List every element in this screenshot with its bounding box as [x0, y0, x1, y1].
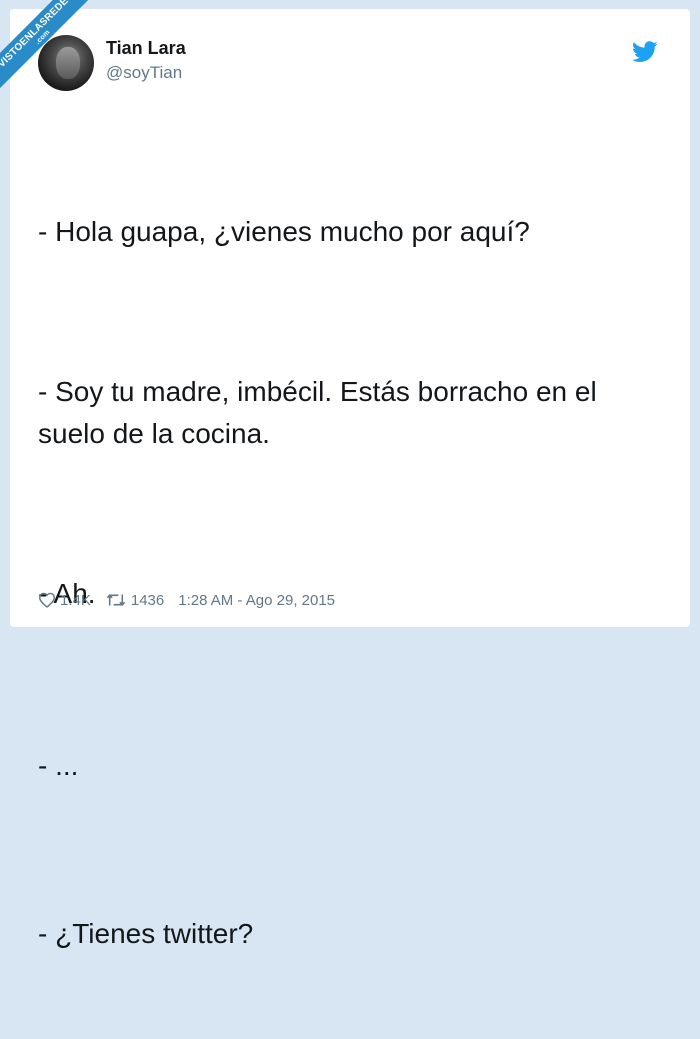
- tweet-body: - Hola guapa, ¿vienes mucho por aquí? - …: [38, 127, 658, 1039]
- tweet-line: - ...: [38, 750, 79, 781]
- heart-icon: [38, 592, 56, 608]
- like-count: 1.4K: [60, 591, 91, 609]
- watermark-label: VISTOENLASREDES: [0, 0, 76, 71]
- watermark-ribbon: VISTOENLASREDES .com: [0, 0, 92, 92]
- tweet-card: Tian Lara @soyTian - Hola guapa, ¿vienes…: [10, 9, 690, 949]
- retweet-icon: [106, 594, 126, 606]
- tweet-footer: 1.4K 1436 1:28 AM - Ago 29, 2015: [38, 589, 658, 611]
- retweet-count: 1436: [130, 591, 165, 609]
- author-info: Tian Lara @soyTian: [106, 37, 186, 84]
- watermark-text: VISTOENLASREDES .com: [0, 0, 92, 92]
- tweet-line: - ¿Tienes twitter?: [38, 918, 254, 949]
- author-handle[interactable]: @soyTian: [106, 62, 186, 84]
- tweet-header: Tian Lara @soyTian: [38, 35, 658, 93]
- like-stat[interactable]: 1.4K: [38, 592, 91, 609]
- tweet-timestamp[interactable]: 1:28 AM - Ago 29, 2015: [178, 592, 335, 609]
- retweet-stat[interactable]: 1436: [105, 592, 164, 609]
- tweet-line: - Soy tu madre, imbécil. Estás borracho …: [38, 376, 605, 449]
- tweet-line: - Hola guapa, ¿vienes mucho por aquí?: [38, 216, 530, 247]
- author-name[interactable]: Tian Lara: [106, 37, 186, 59]
- twitter-bird-icon[interactable]: [632, 41, 658, 63]
